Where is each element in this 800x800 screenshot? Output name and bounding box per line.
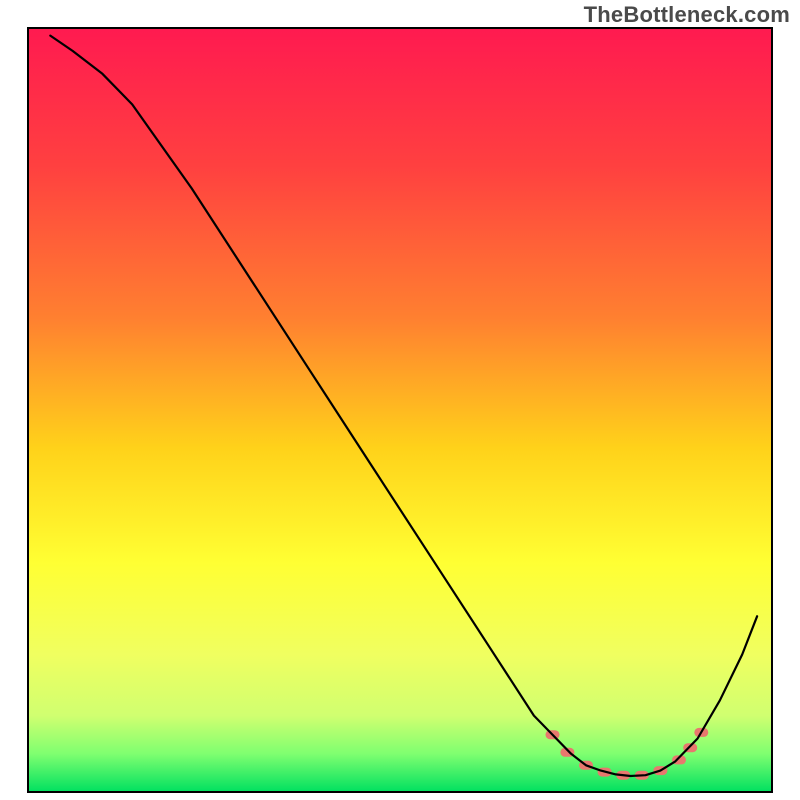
chart-svg [0, 0, 800, 800]
plot-background [28, 28, 772, 792]
chart-container: TheBottleneck.com [0, 0, 800, 800]
watermark-label: TheBottleneck.com [584, 2, 790, 28]
